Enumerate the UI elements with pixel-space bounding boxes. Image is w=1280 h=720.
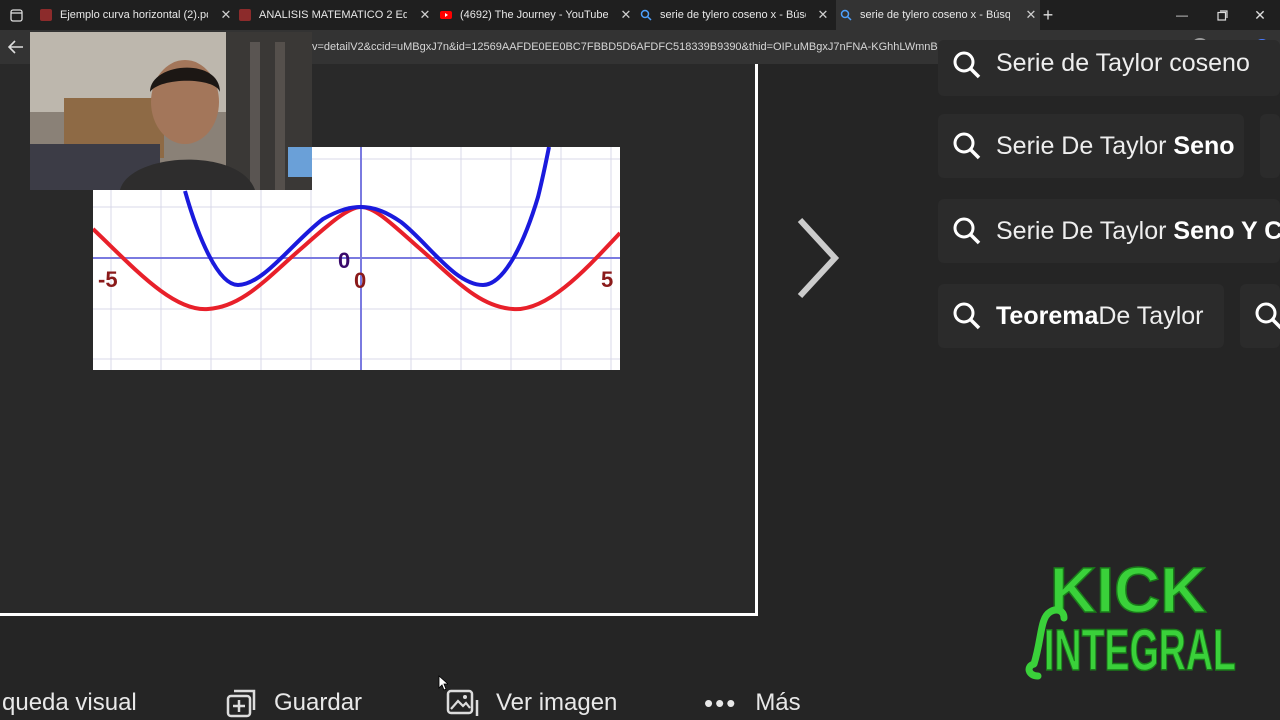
back-arrow-icon[interactable] xyxy=(2,30,30,64)
logo-line2: INTEGRAL xyxy=(1044,618,1236,683)
close-icon[interactable]: ✕ xyxy=(217,0,235,30)
save-collection-icon xyxy=(226,688,258,718)
suggestion-partial-next[interactable] xyxy=(1240,284,1280,348)
pdf-icon xyxy=(40,9,52,21)
logo-line1: KICK xyxy=(1050,554,1206,626)
suggestion-partial-edge[interactable] xyxy=(1260,114,1280,178)
close-icon[interactable]: ✕ xyxy=(416,0,434,30)
image-icon xyxy=(446,688,480,718)
more-dots-icon: ••• xyxy=(704,687,738,718)
visual-search-button[interactable]: queda visual xyxy=(2,686,137,720)
new-tab-button[interactable]: + xyxy=(1034,0,1062,30)
tab-youtube[interactable]: (4692) The Journey - YouTube ✕ xyxy=(440,0,635,30)
close-window-button[interactable]: ✕ xyxy=(1240,0,1280,30)
save-button[interactable]: Guardar xyxy=(226,686,362,720)
suggestion-serie-taylor-seno[interactable]: Serie De Taylor Seno xyxy=(938,114,1244,178)
kick-integral-logo: KICK INTEGRAL xyxy=(1008,548,1248,688)
tab-search-2[interactable]: serie de tylero coseno x - Búsqueda ✕ xyxy=(836,0,1040,30)
more-button[interactable]: ••• Más xyxy=(704,686,801,720)
x-tick-zero: 0 xyxy=(354,268,366,293)
minimize-button[interactable]: — xyxy=(1162,0,1202,30)
search-icon xyxy=(840,9,852,21)
y-tick-zero: 0 xyxy=(338,248,350,273)
webcam-overlay xyxy=(30,32,312,190)
close-icon[interactable]: ✕ xyxy=(814,0,832,30)
tab-pdf-analisis[interactable]: ANALISIS MATEMATICO 2 Eduardo ✕ xyxy=(239,0,434,30)
tab-pdf-curva[interactable]: Ejemplo curva horizontal (2).pdf ✕ xyxy=(40,0,235,30)
x-tick-minus-5: -5 xyxy=(98,267,118,292)
suggestion-serie-taylor-coseno[interactable]: Serie de Taylor coseno xyxy=(938,40,1280,96)
tab-actions-icon[interactable] xyxy=(0,0,32,30)
suggestion-teorema-taylor[interactable]: Teorema De Taylor xyxy=(938,284,1224,348)
search-icon xyxy=(1254,301,1280,331)
next-image-chevron-icon[interactable] xyxy=(790,210,850,310)
search-icon xyxy=(952,50,982,80)
mouse-cursor-icon xyxy=(438,675,450,691)
maximize-button[interactable] xyxy=(1202,0,1242,30)
tab-strip: Ejemplo curva horizontal (2).pdf ✕ ANALI… xyxy=(0,0,1280,30)
close-icon[interactable]: ✕ xyxy=(617,0,635,30)
search-icon xyxy=(952,216,982,246)
search-icon xyxy=(952,301,982,331)
view-image-button[interactable]: Ver imagen xyxy=(446,686,617,720)
x-tick-5: 5 xyxy=(601,267,613,292)
youtube-icon xyxy=(440,9,452,21)
pdf-icon xyxy=(239,9,251,21)
tab-search-1[interactable]: serie de tylero coseno x - Búsqueda ✕ xyxy=(640,0,832,30)
search-icon xyxy=(952,131,982,161)
search-icon xyxy=(640,9,652,21)
suggestion-serie-taylor-seno-coseno[interactable]: Serie De Taylor Seno Y Co xyxy=(938,199,1280,263)
